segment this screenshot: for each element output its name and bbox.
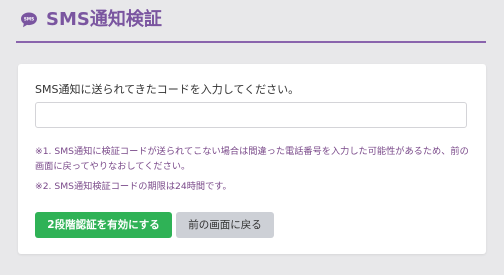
note-code-expiry: ※2. SMS通知検証コードの期限は24時間です。 <box>35 181 232 192</box>
verification-code-input[interactable] <box>35 102 467 128</box>
enable-2fa-button[interactable]: 2段階認証を有効にする <box>35 212 172 238</box>
note-resend-instructions: ※1. SMS通知に検証コードが送られてこない場合は間違った電話番号を入力した可… <box>35 146 469 172</box>
sms-verification-card: SMS通知に送られてきたコードを入力してください。 ※1. SMS通知に検証コー… <box>18 64 486 254</box>
sms-bubble-icon: SMS <box>21 12 37 28</box>
sms-icon-label: SMS <box>24 17 34 22</box>
header-divider <box>16 41 486 43</box>
back-button[interactable]: 前の画面に戻る <box>176 212 274 238</box>
code-input-label: SMS通知に送られてきたコードを入力してください。 <box>35 83 300 96</box>
page-header: SMS SMS通知検証 <box>0 0 504 44</box>
page-title: SMS通知検証 <box>46 9 162 30</box>
